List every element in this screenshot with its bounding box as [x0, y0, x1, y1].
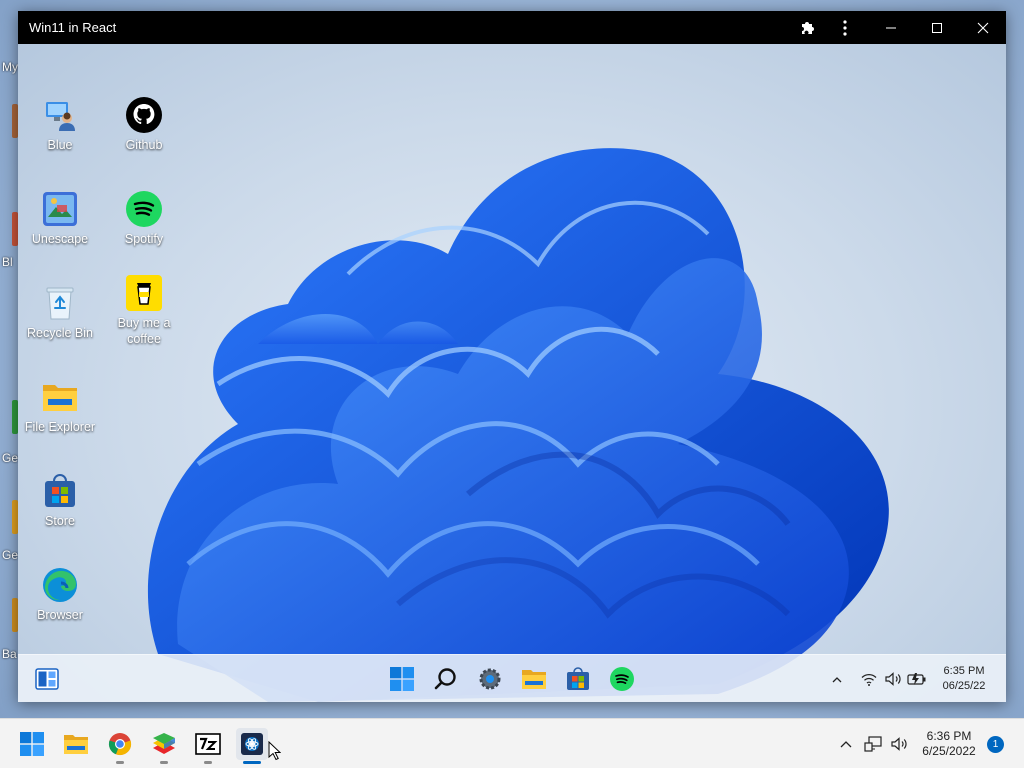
inner-taskbar: 6:35 PM 06/25/22 — [18, 654, 1006, 702]
host-icon-label[interactable]: My — [2, 60, 18, 74]
maximize-button[interactable] — [914, 11, 960, 44]
host-system-tray — [836, 719, 912, 768]
host-clock-date: 6/25/2022 — [922, 744, 976, 758]
host-icon-label[interactable]: Ba — [2, 647, 17, 661]
app-window: Win11 in React Blue Github Unescape Spot… — [18, 11, 1006, 702]
host-icon-label[interactable]: Ge — [2, 548, 18, 562]
widgets-icon[interactable] — [32, 664, 62, 694]
running-indicator — [160, 761, 168, 764]
coffee-cup-icon — [125, 274, 163, 312]
window-title: Win11 in React — [29, 20, 117, 35]
desktop-icon-browser[interactable]: Browser — [18, 566, 102, 623]
edge-browser-icon — [41, 566, 79, 604]
close-button[interactable] — [960, 11, 1006, 44]
chrome-icon[interactable] — [104, 728, 136, 764]
recycle-bin-icon — [41, 284, 79, 322]
start-icon[interactable] — [16, 728, 48, 760]
desktop-icon-label: File Explorer — [24, 420, 96, 434]
inner-clock-date: 06/25/22 — [942, 680, 986, 692]
desktop-icon-github[interactable]: Github — [102, 96, 186, 153]
desktop-icon-unescape[interactable]: Unescape — [18, 190, 102, 247]
desktop-icon-file-explorer[interactable]: File Explorer — [18, 378, 102, 435]
desktop-icon-label: Browser — [37, 608, 83, 622]
desktop-icon-label: Unescape — [31, 232, 89, 246]
desktop-icon-label: Spotify — [124, 232, 164, 246]
store-icon[interactable] — [563, 664, 593, 694]
notification-count-badge[interactable]: 1 — [987, 736, 1004, 753]
inner-clock[interactable]: 6:35 PM 06/25/22 — [935, 664, 993, 694]
host-icon-label[interactable]: Ge — [2, 451, 18, 465]
desktop-icon-recycle-bin[interactable]: Recycle Bin — [18, 284, 102, 341]
file-explorer-icon[interactable] — [519, 664, 549, 694]
volume-icon[interactable] — [881, 672, 905, 686]
desktop-icon-spotify[interactable]: Spotify — [102, 190, 186, 247]
inner-desktop[interactable]: Blue Github Unescape Spotify Recycle Bin — [18, 44, 1006, 702]
search-icon[interactable] — [431, 664, 461, 694]
desktop-icon-store[interactable]: Store — [18, 472, 102, 529]
7zip-icon[interactable] — [192, 728, 224, 764]
spotify-icon[interactable] — [607, 664, 637, 694]
extensions-puzzle-icon[interactable] — [792, 11, 822, 44]
desktop-icon-label: Github — [125, 138, 163, 152]
volume-icon[interactable] — [886, 737, 912, 751]
desktop-icon-label: Store — [45, 514, 75, 528]
running-indicator — [116, 761, 124, 764]
wifi-icon[interactable] — [857, 673, 881, 686]
desktop-icon-label: Buy me a coffee — [117, 316, 171, 346]
host-desktop-edge: My Bl Ge Ge Ba — [0, 0, 18, 718]
running-indicator-active — [243, 761, 261, 764]
github-icon — [125, 96, 163, 134]
battery-charging-icon[interactable] — [905, 672, 929, 686]
chevron-up-icon[interactable] — [836, 740, 856, 748]
running-indicator — [204, 761, 212, 764]
store-icon — [41, 472, 79, 510]
window-titlebar[interactable]: Win11 in React — [18, 11, 1006, 44]
network-icon[interactable] — [860, 736, 886, 752]
host-taskbar: 6:36 PM 6/25/2022 — [0, 718, 1024, 768]
unescape-icon — [41, 190, 79, 228]
host-clock[interactable]: 6:36 PM 6/25/2022 — [916, 729, 982, 759]
start-icon[interactable] — [387, 664, 417, 694]
host-clock-time: 6:36 PM — [926, 729, 972, 743]
file-explorer-icon[interactable] — [60, 728, 92, 760]
settings-icon[interactable] — [475, 664, 505, 694]
computer-icon — [41, 96, 79, 134]
bluestacks-icon[interactable] — [148, 728, 180, 764]
win11-react-icon[interactable] — [236, 728, 268, 764]
desktop-icon-buy-me-a-coffee[interactable]: Buy me a coffee — [102, 274, 186, 347]
minimize-button[interactable] — [868, 11, 914, 44]
host-icon-label[interactable]: Bl — [2, 255, 13, 269]
inner-system-tray — [828, 655, 929, 702]
inner-clock-time: 6:35 PM — [943, 665, 985, 677]
chevron-up-icon[interactable] — [828, 676, 846, 683]
folder-icon — [41, 378, 79, 416]
desktop-icon-blue[interactable]: Blue — [18, 96, 102, 153]
mouse-cursor-icon — [268, 740, 282, 764]
spotify-icon — [125, 190, 163, 228]
desktop-icon-label: Blue — [47, 138, 73, 152]
more-options-icon[interactable] — [822, 11, 868, 44]
desktop-icon-label: Recycle Bin — [27, 326, 93, 340]
